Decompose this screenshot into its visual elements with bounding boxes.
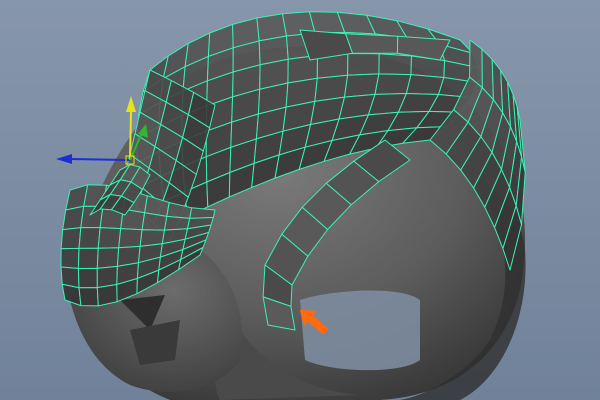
mesh-face[interactable] [141,212,168,231]
mesh-face[interactable] [374,73,412,95]
mesh-face[interactable] [118,228,143,249]
3d-viewport[interactable] [0,0,600,400]
manipulator-x-axis[interactable] [69,158,131,161]
mesh-face[interactable] [60,247,80,269]
manipulator-y-axis[interactable] [129,109,132,161]
mesh-face[interactable] [378,53,412,76]
mesh-face[interactable] [77,267,98,289]
mesh-face[interactable] [77,247,99,269]
mesh-face[interactable] [96,247,120,269]
mesh-face[interactable] [189,207,216,219]
mesh-face[interactable] [78,227,101,249]
mesh-face[interactable] [347,53,380,76]
viewport-canvas[interactable] [0,0,600,400]
mesh-face[interactable] [164,215,191,231]
mesh-face[interactable] [60,227,82,250]
mesh-face[interactable] [78,287,99,307]
mesh-face[interactable] [344,73,380,98]
mesh-face[interactable] [96,284,118,307]
mesh-face[interactable] [405,74,445,95]
mesh-face[interactable] [345,33,399,54]
mesh-face[interactable] [97,227,122,249]
